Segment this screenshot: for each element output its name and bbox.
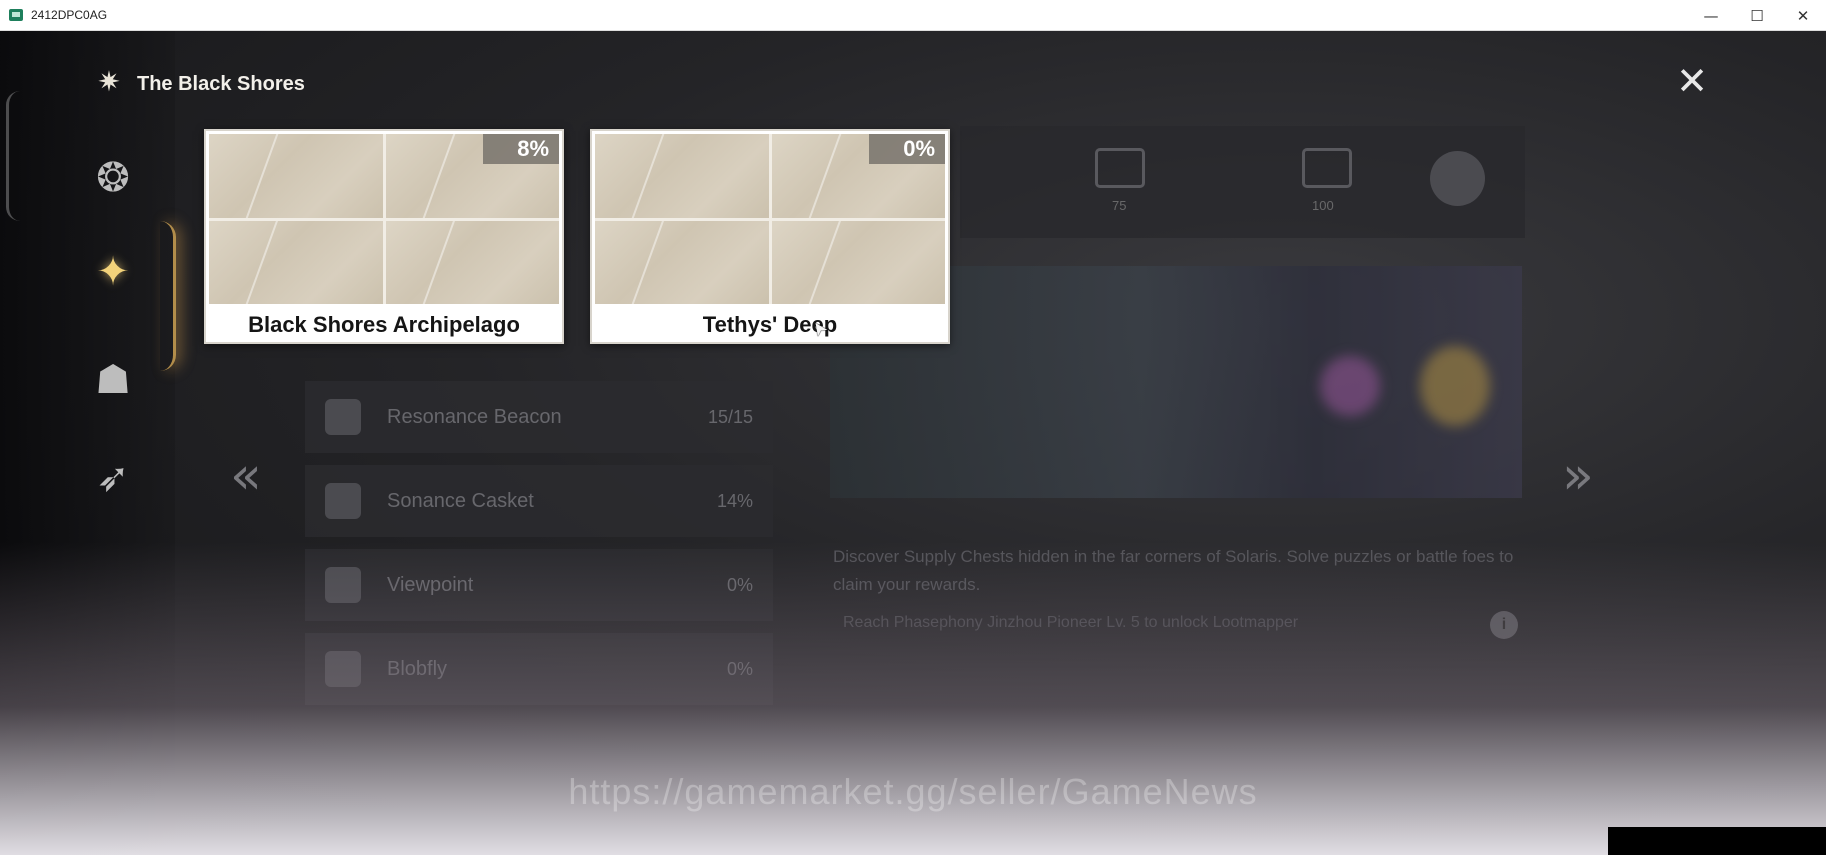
tower-emblem-icon: ☗ — [95, 357, 131, 403]
list-item: Resonance Beacon 15/15 — [305, 381, 773, 453]
glow-decoration — [1420, 346, 1490, 426]
list-item-label: Blobfly — [387, 657, 448, 680]
watermark-text: https://gamemarket.gg/seller/GameNews — [568, 771, 1258, 812]
dragon-emblem-icon: ❂ — [96, 155, 130, 201]
star-emblem-icon: ✷ — [97, 65, 121, 98]
reward-badge-icon — [1430, 151, 1485, 206]
list-item-value: 15/15 — [707, 406, 753, 427]
minimize-button[interactable]: — — [1688, 0, 1734, 31]
blobfly-icon — [325, 651, 361, 687]
window-title: 2412DPC0AG — [31, 8, 108, 22]
info-icon: i — [1490, 611, 1518, 639]
map-tile — [209, 220, 383, 304]
active-nav-indicator — [160, 221, 176, 371]
occlusion-block — [1608, 827, 1826, 855]
region-name: Black Shores Archipelago — [248, 312, 520, 337]
background-progress-list: Resonance Beacon 15/15 Sonance Casket 14… — [305, 381, 773, 717]
beacon-icon — [325, 399, 361, 435]
nav-item-wing[interactable]: ➶ — [82, 447, 144, 509]
prev-arrow-button: « — [230, 446, 262, 506]
chest-icon — [1302, 148, 1352, 188]
region-card-black-shores-archipelago[interactable]: 8% Black Shores Archipelago — [204, 129, 564, 344]
list-item-value: 0% — [726, 574, 753, 595]
casket-icon — [325, 483, 361, 519]
app-icon — [9, 9, 23, 21]
maximize-button[interactable]: ☐ — [1734, 0, 1780, 31]
viewpoint-icon — [325, 567, 361, 603]
next-arrow-button: » — [1562, 446, 1594, 506]
chest-icon — [1095, 148, 1145, 188]
nav-item-tower[interactable]: ☗ — [82, 349, 144, 411]
region-name: Tethys' Deep — [702, 312, 838, 337]
close-button[interactable]: ✕ — [1672, 61, 1712, 101]
map-tile — [209, 134, 383, 218]
list-item: Blobfly 0% — [305, 633, 773, 705]
region-progress-badge: 8% — [483, 134, 559, 164]
game-viewport: 75 100 Resonance Beacon 15/15 Sonance Ca… — [0, 31, 1826, 855]
app-window: 2412DPC0AG — ☐ ✕ 75 100 Resonance Beacon… — [0, 0, 1826, 855]
star-emblem-icon: ✦ — [96, 249, 130, 295]
nav-item-black-shores[interactable]: ✦ — [82, 241, 144, 303]
background-description: Discover Supply Chests hidden in the far… — [833, 547, 1514, 594]
wing-emblem-icon: ➶ — [96, 455, 130, 501]
background-rewards-bar: 75 100 — [960, 126, 1525, 238]
list-item-value: 14% — [716, 490, 753, 511]
map-tile — [771, 220, 945, 304]
window-controls: — ☐ ✕ — [1688, 0, 1826, 31]
list-item-value: 0% — [726, 658, 753, 679]
background-unlock-note: Reach Phasephony Jinzhou Pioneer Lv. 5 t… — [843, 614, 1299, 631]
list-item: Sonance Casket 14% — [305, 465, 773, 537]
reward-count: 75 — [1112, 198, 1127, 213]
decorative-arc — [6, 91, 20, 221]
list-item: Viewpoint 0% — [305, 549, 773, 621]
page-title: The Black Shores — [137, 73, 305, 95]
window-close-button[interactable]: ✕ — [1780, 0, 1826, 31]
nav-item-dragon[interactable]: ❂ — [82, 147, 144, 209]
window-titlebar: 2412DPC0AG — ☐ ✕ — [0, 0, 1826, 31]
map-tile — [595, 220, 769, 304]
map-tile — [595, 134, 769, 218]
map-tile — [385, 220, 559, 304]
glow-decoration — [1320, 356, 1380, 416]
region-progress-badge: 0% — [869, 134, 945, 164]
region-card-tethys-deep[interactable]: 0% Tethys' Deep — [590, 129, 950, 344]
list-item-label: Sonance Casket — [387, 489, 534, 512]
list-item-label: Viewpoint — [387, 573, 474, 596]
reward-count: 100 — [1312, 198, 1334, 213]
list-item-label: Resonance Beacon — [387, 405, 562, 428]
